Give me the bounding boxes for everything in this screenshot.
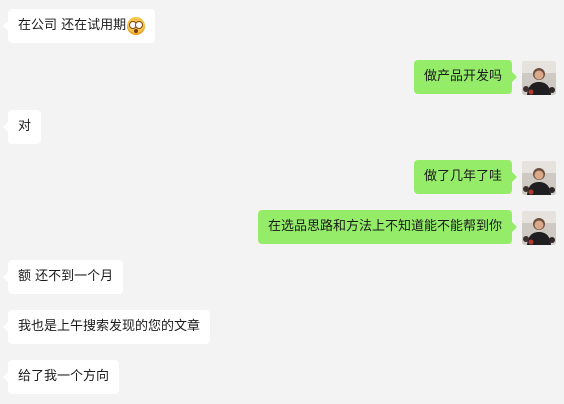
avatar[interactable] xyxy=(522,61,556,95)
person-avatar-icon xyxy=(522,211,556,245)
incoming-message-bubble[interactable]: 给了我一个方向 xyxy=(2,360,120,394)
message-text: 做了几年了哇 xyxy=(423,169,502,184)
incoming-message-bubble[interactable]: 额 还不到一个月 xyxy=(2,260,124,294)
message-text: 给了我一个方向 xyxy=(18,369,110,384)
outgoing-message-bubble[interactable]: 做产品开发吗 xyxy=(413,60,518,94)
incoming-message-bubble[interactable]: 我也是上午搜索发现的您的文章 xyxy=(2,310,211,344)
incoming-message-bubble[interactable]: 对 xyxy=(2,110,42,144)
flushed-face-emoji-icon xyxy=(127,16,146,35)
message-row-incoming: 在公司 还在试用期 xyxy=(0,9,564,45)
message-row-outgoing: 做了几年了哇 xyxy=(0,160,564,196)
message-text: 在选品思路和方法上不知道能不能帮到你 xyxy=(267,219,502,234)
message-row-outgoing: 在选品思路和方法上不知道能不能帮到你 xyxy=(0,210,564,246)
message-row-incoming: 给了我一个方向 xyxy=(0,360,564,396)
avatar[interactable] xyxy=(522,211,556,245)
message-text: 我也是上午搜索发现的您的文章 xyxy=(18,319,201,334)
message-text: 做产品开发吗 xyxy=(423,69,502,84)
outgoing-message-bubble[interactable]: 在选品思路和方法上不知道能不能帮到你 xyxy=(257,210,518,244)
person-avatar-icon xyxy=(522,61,556,95)
person-avatar-icon xyxy=(522,161,556,195)
avatar[interactable] xyxy=(522,161,556,195)
message-text: 在公司 还在试用期 xyxy=(18,18,127,33)
incoming-message-bubble[interactable]: 在公司 还在试用期 xyxy=(2,9,156,43)
message-text: 对 xyxy=(18,119,32,134)
outgoing-message-bubble[interactable]: 做了几年了哇 xyxy=(413,160,518,194)
message-row-incoming: 对 xyxy=(0,110,564,146)
message-row-outgoing: 做产品开发吗 xyxy=(0,60,564,96)
message-text: 额 还不到一个月 xyxy=(18,269,114,284)
message-row-incoming: 额 还不到一个月 xyxy=(0,260,564,296)
message-row-incoming: 我也是上午搜索发现的您的文章 xyxy=(0,310,564,346)
